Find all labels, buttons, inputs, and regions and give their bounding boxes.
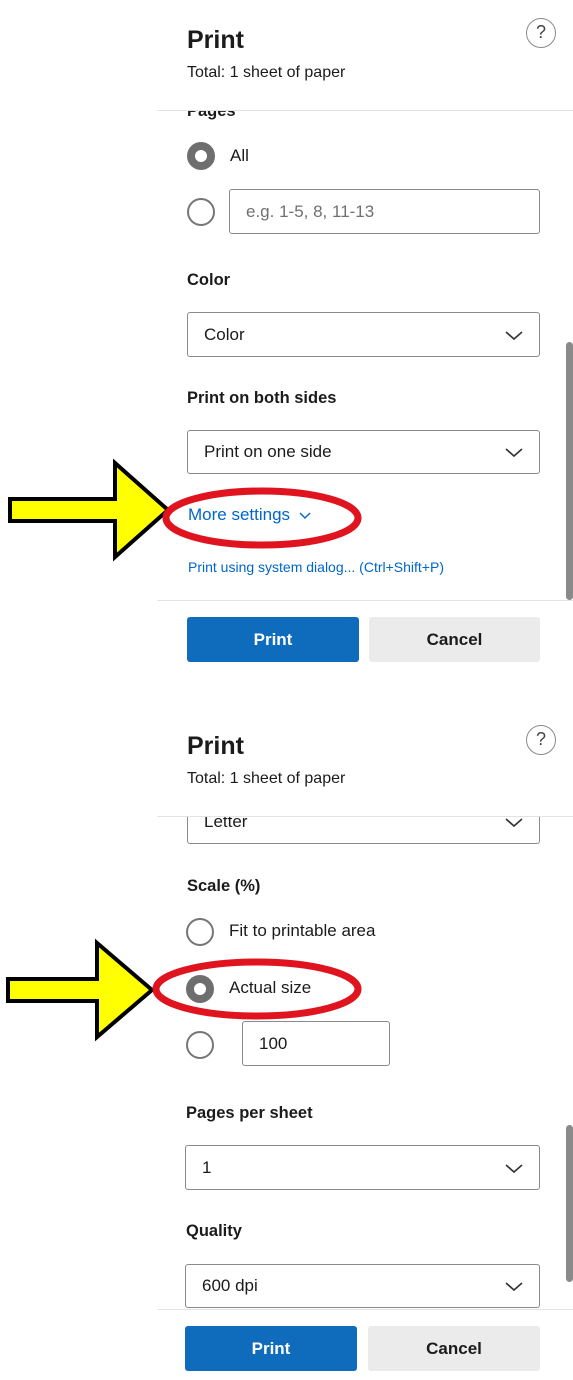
red-ellipse-annotation bbox=[162, 487, 362, 549]
footer-divider bbox=[157, 600, 573, 601]
red-ellipse-annotation-2 bbox=[152, 958, 362, 1020]
quality-select[interactable]: 600 dpi bbox=[185, 1264, 540, 1308]
scrollbar-thumb-2[interactable] bbox=[566, 1125, 573, 1282]
chevron-down-icon bbox=[505, 1163, 523, 1173]
help-icon: ? bbox=[535, 22, 546, 42]
cancel-button-2[interactable]: Cancel bbox=[368, 1326, 540, 1371]
paper-select-clip: Letter bbox=[187, 817, 540, 844]
color-select[interactable]: Color bbox=[187, 312, 540, 357]
duplex-select[interactable]: Print on one side bbox=[187, 430, 540, 474]
radio-fit-printable[interactable] bbox=[186, 918, 214, 946]
pages-per-sheet-value: 1 bbox=[202, 1157, 212, 1177]
scale-label: Scale (%) bbox=[187, 877, 261, 895]
pages-input[interactable]: e.g. 1-5, 8, 11-13 bbox=[229, 189, 540, 234]
paper-size-value: Letter bbox=[204, 817, 248, 831]
chevron-down-icon bbox=[505, 448, 523, 458]
pages-per-sheet-label: Pages per sheet bbox=[186, 1104, 313, 1122]
scale-value: 100 bbox=[259, 1033, 288, 1053]
radio-fit-label: Fit to printable area bbox=[229, 921, 376, 940]
radio-all-label: All bbox=[230, 146, 249, 165]
pages-label: Pages bbox=[187, 111, 236, 120]
duplex-label: Print on both sides bbox=[187, 389, 337, 407]
paper-size-select[interactable]: Letter bbox=[187, 817, 540, 844]
radio-all[interactable] bbox=[187, 142, 215, 170]
chevron-down-icon bbox=[505, 1282, 523, 1292]
sheet-count-2: Total: 1 sheet of paper bbox=[187, 770, 346, 787]
system-dialog-link[interactable]: Print using system dialog... (Ctrl+Shift… bbox=[188, 559, 444, 575]
print-button-2[interactable]: Print bbox=[185, 1326, 357, 1371]
print-button[interactable]: Print bbox=[187, 617, 359, 662]
pages-per-sheet-select[interactable]: 1 bbox=[185, 1145, 540, 1190]
pages-label-clip: Pages bbox=[187, 111, 307, 123]
quality-value: 600 dpi bbox=[202, 1276, 258, 1295]
sheet-count: Total: 1 sheet of paper bbox=[187, 64, 346, 81]
chevron-down-icon bbox=[505, 330, 523, 340]
color-label: Color bbox=[187, 271, 231, 289]
scrollbar-thumb[interactable] bbox=[566, 342, 573, 600]
help-button-2[interactable]: ? bbox=[526, 725, 556, 755]
quality-label: Quality bbox=[186, 1222, 242, 1240]
cancel-button[interactable]: Cancel bbox=[369, 617, 540, 662]
yellow-arrow-annotation bbox=[8, 458, 172, 562]
print-title: Print bbox=[187, 26, 244, 54]
chevron-down-icon bbox=[505, 818, 523, 828]
duplex-value: Print on one side bbox=[204, 442, 332, 461]
pages-placeholder: e.g. 1-5, 8, 11-13 bbox=[246, 201, 375, 221]
radio-custom-pages[interactable] bbox=[187, 198, 215, 226]
help-button[interactable]: ? bbox=[526, 18, 556, 48]
radio-custom-scale[interactable] bbox=[186, 1031, 214, 1059]
print-title-2: Print bbox=[187, 732, 244, 760]
yellow-arrow-annotation-2 bbox=[6, 938, 156, 1042]
footer-divider-2 bbox=[157, 1309, 573, 1310]
color-value: Color bbox=[204, 324, 245, 344]
help-icon: ? bbox=[535, 729, 546, 749]
scale-input[interactable]: 100 bbox=[242, 1021, 390, 1066]
